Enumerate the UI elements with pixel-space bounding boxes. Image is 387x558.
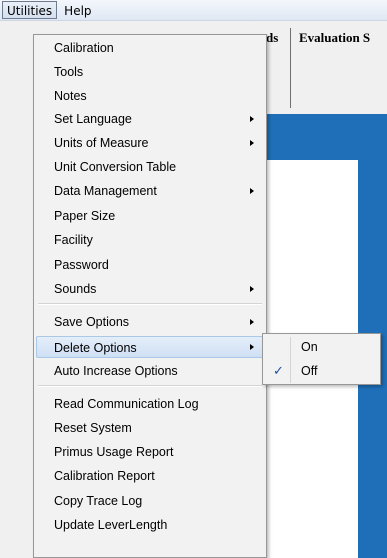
menu-item-calibration[interactable]: Calibration bbox=[36, 37, 264, 59]
menu-separator bbox=[38, 303, 262, 305]
menu-item-save-options[interactable]: Save Options bbox=[36, 311, 264, 333]
submenu-item-on[interactable]: On bbox=[265, 336, 378, 358]
menu-help[interactable]: Help bbox=[59, 1, 96, 19]
menu-item-label: Paper Size bbox=[54, 209, 116, 223]
checkmark-icon: ✓ bbox=[273, 363, 284, 378]
menu-item-label: Auto Increase Options bbox=[54, 364, 178, 378]
menu-item-label: Units of Measure bbox=[54, 136, 149, 150]
menu-item-data-management[interactable]: Data Management bbox=[36, 180, 264, 202]
submenu-arrow-icon bbox=[250, 188, 254, 194]
menu-item-label: Notes bbox=[54, 89, 87, 103]
menu-item-label: Unit Conversion Table bbox=[54, 160, 177, 174]
menu-item-label: Calibration bbox=[54, 41, 114, 55]
submenu-arrow-icon bbox=[250, 286, 254, 292]
menu-item-tools[interactable]: Tools bbox=[36, 61, 264, 83]
menu-item-label: Calibration Report bbox=[54, 469, 155, 483]
tab-evaluation[interactable]: Evaluation S bbox=[290, 28, 387, 108]
menu-item-paper-size[interactable]: Paper Size bbox=[36, 205, 264, 227]
submenu-arrow-icon bbox=[250, 116, 254, 122]
menu-bar: Utilities Help bbox=[0, 0, 387, 21]
menu-item-auto-increase-options[interactable]: Auto Increase Options bbox=[36, 360, 264, 382]
menu-separator bbox=[38, 385, 262, 387]
menu-item-label: Copy Trace Log bbox=[54, 494, 143, 508]
menu-item-set-language[interactable]: Set Language bbox=[36, 108, 264, 130]
utilities-menu: Calibration Tools Notes Set Language Uni… bbox=[33, 34, 267, 558]
menu-item-password[interactable]: Password bbox=[36, 254, 264, 276]
menu-item-label: Save Options bbox=[54, 315, 130, 329]
menu-item-label: Data Management bbox=[54, 184, 157, 198]
menu-item-read-communication-log[interactable]: Read Communication Log bbox=[36, 393, 264, 415]
menu-item-notes[interactable]: Notes bbox=[36, 85, 264, 107]
menu-item-label: Facility bbox=[54, 233, 93, 247]
submenu-arrow-icon bbox=[250, 319, 254, 325]
menu-item-label: Set Language bbox=[54, 112, 132, 126]
menu-item-label: Tools bbox=[54, 65, 84, 79]
submenu-item-off[interactable]: ✓ Off bbox=[265, 360, 378, 382]
menu-item-label: Password bbox=[54, 258, 109, 272]
menu-item-label: Delete Options bbox=[54, 341, 137, 355]
submenu-item-label: On bbox=[301, 340, 318, 354]
menu-item-copy-trace-log[interactable]: Copy Trace Log bbox=[36, 490, 264, 512]
menu-item-facility[interactable]: Facility bbox=[36, 229, 264, 251]
menu-item-reset-system[interactable]: Reset System bbox=[36, 417, 264, 439]
menu-item-label: Read Communication Log bbox=[54, 397, 199, 411]
menu-item-update-leverlength[interactable]: Update LeverLength bbox=[36, 514, 264, 536]
menu-item-label: Reset System bbox=[54, 421, 132, 435]
submenu-item-label: Off bbox=[301, 364, 318, 378]
menu-item-label: Sounds bbox=[54, 282, 97, 296]
menu-item-calibration-report[interactable]: Calibration Report bbox=[36, 465, 264, 487]
menu-item-delete-options[interactable]: Delete Options bbox=[36, 336, 264, 358]
tab-partial[interactable]: ds bbox=[266, 28, 290, 108]
menu-item-sounds[interactable]: Sounds bbox=[36, 278, 264, 300]
delete-options-submenu: On ✓ Off bbox=[262, 333, 381, 385]
submenu-arrow-icon bbox=[250, 344, 254, 350]
menu-item-label: Update LeverLength bbox=[54, 518, 168, 532]
menu-item-units-of-measure[interactable]: Units of Measure bbox=[36, 132, 264, 154]
menu-item-label: Primus Usage Report bbox=[54, 445, 174, 459]
menu-item-primus-usage-report[interactable]: Primus Usage Report bbox=[36, 441, 264, 463]
menu-item-unit-conversion-table[interactable]: Unit Conversion Table bbox=[36, 156, 264, 178]
menu-utilities[interactable]: Utilities bbox=[2, 1, 58, 19]
submenu-arrow-icon bbox=[250, 140, 254, 146]
